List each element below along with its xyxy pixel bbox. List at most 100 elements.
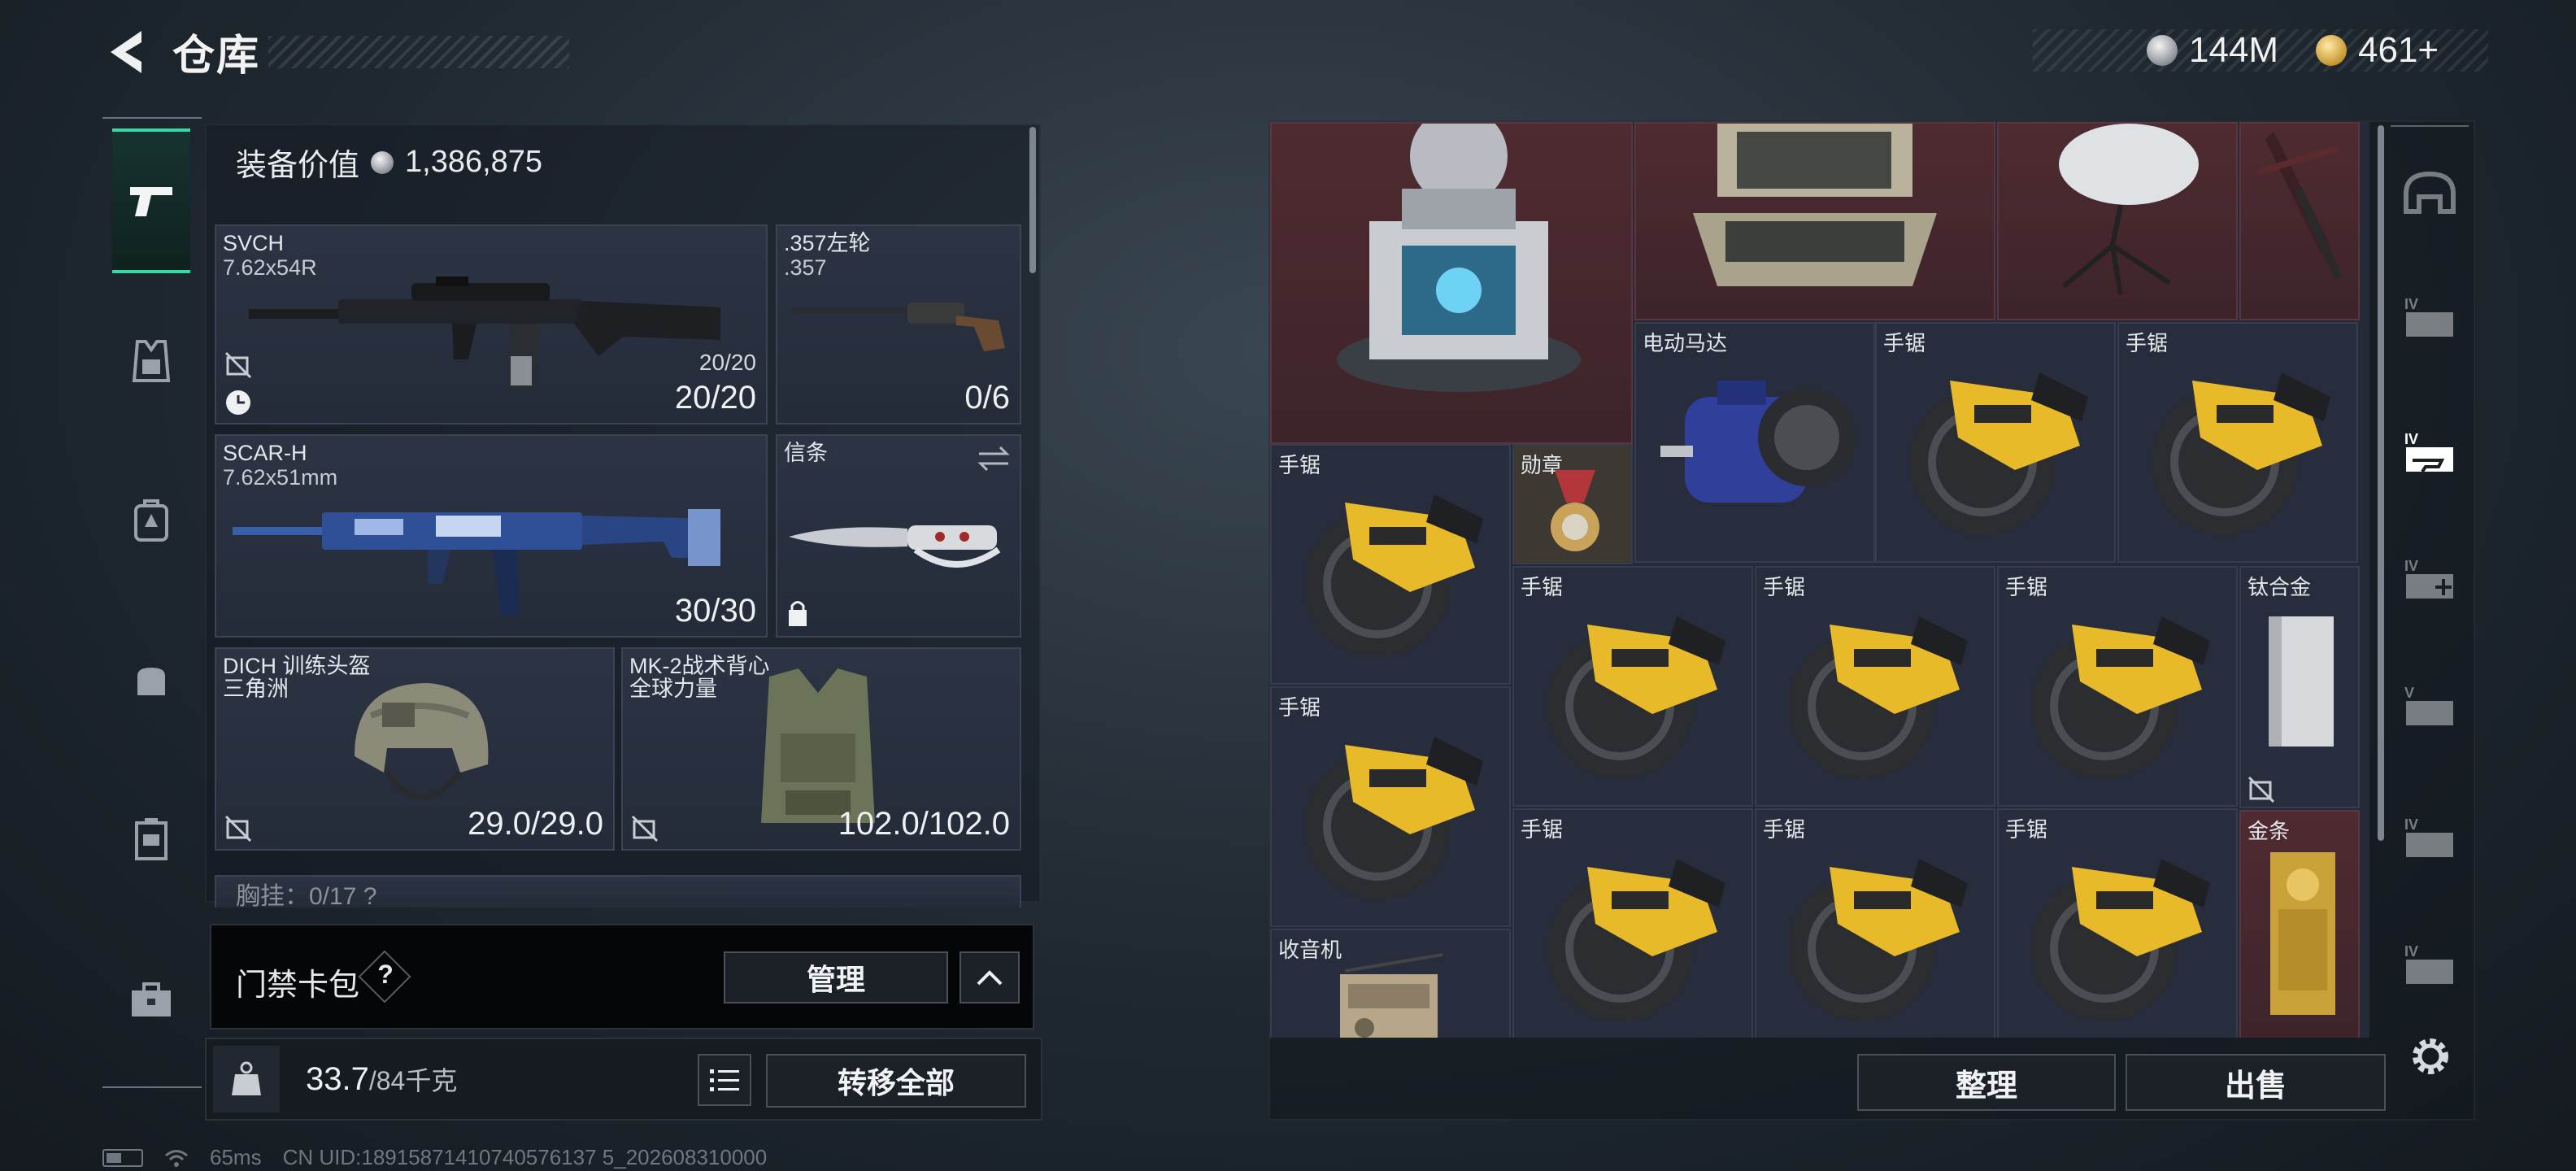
armor-name: MK-2战术背心 xyxy=(629,654,770,678)
collapse-button[interactable] xyxy=(959,951,1020,1003)
slot-body-armor[interactable]: MK-2战术背心 全球力量 102.0/102.0 xyxy=(621,647,1021,851)
currency-silver[interactable]: 144M xyxy=(2147,29,2278,72)
case-icon xyxy=(135,818,168,860)
weight-icon xyxy=(232,1061,261,1095)
slot-melee[interactable]: 信条 xyxy=(776,434,1021,638)
stash-item-hand-saw[interactable]: 手锯 xyxy=(1997,566,2238,807)
stash-grid: 电动马达 勋章 钛合金 金条 收音机 手锯 手锯 手锯 手锯 手锯 手锯 手锯 … xyxy=(1270,122,2369,1038)
svg-text:IV: IV xyxy=(2404,816,2418,833)
right-tab-5[interactable]: V xyxy=(2395,672,2464,740)
swap-icon[interactable] xyxy=(976,444,1012,473)
weight-current: 33.7 xyxy=(306,1061,369,1097)
armor-brand: 全球力量 xyxy=(629,677,717,701)
sidebar-tab-weapon[interactable] xyxy=(112,128,190,273)
currency-gold[interactable]: 461+ xyxy=(2316,29,2439,72)
stash-item-hand-saw[interactable]: 手锯 xyxy=(1512,566,1753,807)
currency-silver-value: 144M xyxy=(2189,30,2279,70)
stash-item-case[interactable] xyxy=(1634,122,1995,320)
list-icon xyxy=(710,1069,739,1091)
sidebar-tab-case[interactable] xyxy=(112,800,190,878)
helmet-side-icon xyxy=(2404,171,2456,214)
stash-item-hand-saw[interactable]: 手锯 xyxy=(1512,808,1753,1038)
right-tab-4[interactable]: IV xyxy=(2395,545,2464,613)
back-button[interactable] xyxy=(104,28,146,76)
transfer-all-button[interactable]: 转移全部 xyxy=(766,1054,1026,1108)
right-tab-3[interactable]: IV xyxy=(2395,418,2464,486)
stash-item-hand-saw[interactable]: 手锯 xyxy=(1270,686,1511,927)
stash-item-gold-bar[interactable]: 金条 xyxy=(2239,810,2360,1038)
reactor-image xyxy=(1337,124,1581,392)
currency-gold-value: 461+ xyxy=(2358,30,2439,70)
uid-text: CN UID:18915871410740576137 5_2026083100… xyxy=(282,1145,768,1169)
right-tab-6[interactable]: IV xyxy=(2395,803,2464,872)
stash-item-hand-saw[interactable]: 手锯 xyxy=(1755,808,1995,1038)
loadout-scrollbar[interactable] xyxy=(1029,127,1036,273)
right-tab-7[interactable]: IV xyxy=(2395,930,2464,999)
left-sidebar xyxy=(102,119,203,1095)
slot-sidearm[interactable]: .357左轮 .357 0/6 xyxy=(776,224,1021,424)
ammo-count: 20/20 xyxy=(674,380,756,416)
weight-icon-box xyxy=(213,1046,280,1112)
durability: 102.0/102.0 xyxy=(838,806,1010,842)
sort-button[interactable]: 整理 xyxy=(1857,1054,2116,1111)
equipment-value-label: 装备价值 xyxy=(236,149,360,183)
briefcase-icon xyxy=(132,982,171,1016)
circular-saw-image xyxy=(1304,737,1483,899)
crate-iv-3-icon: IV xyxy=(2404,943,2453,984)
ammo-count: 0/6 xyxy=(964,380,1010,416)
stash-item-hand-saw[interactable]: 手锯 xyxy=(1997,808,2238,1038)
stash-item-hand-saw[interactable]: 手锯 xyxy=(1270,444,1511,685)
ammo-v-icon: V xyxy=(2404,685,2453,725)
stash-item-motor[interactable]: 电动马达 xyxy=(1634,322,1875,563)
stash-item-hand-saw[interactable]: 手锯 xyxy=(2117,322,2358,563)
stash-item-hand-saw[interactable]: 手锯 xyxy=(1875,322,2116,563)
list-view-button[interactable] xyxy=(698,1054,751,1106)
no-durability-icon xyxy=(224,351,252,379)
gold-coin-icon xyxy=(2316,35,2347,66)
stash-item-titanium[interactable]: 钛合金 xyxy=(2239,566,2360,808)
weight-max: /84千克 xyxy=(368,1066,458,1095)
circular-saw-image xyxy=(1304,494,1483,657)
equipment-value-amount: 1,386,875 xyxy=(405,145,543,179)
weapon-crate-iv-icon: IV xyxy=(2404,431,2453,473)
helmet-image xyxy=(355,683,489,799)
slot-secondary-weapon[interactable]: SCAR-H 7.62x51mm 30/30 xyxy=(215,434,768,638)
slot-chest-rig[interactable]: 胸挂：0/17 ? xyxy=(215,875,1021,908)
manage-button[interactable]: 管理 xyxy=(724,951,948,1003)
help-icon: ? xyxy=(377,960,394,989)
circular-saw-image xyxy=(2031,859,2210,1021)
svg-text:IV: IV xyxy=(2404,296,2418,312)
circular-saw-image xyxy=(1789,616,1968,779)
slot-helmet[interactable]: DICH 训练头盔 三角洲 29.0/29.0 xyxy=(215,647,615,851)
right-tab-1[interactable] xyxy=(2395,159,2464,228)
title-decoration xyxy=(268,36,569,68)
clock-icon xyxy=(226,390,250,415)
svg-text:IV: IV xyxy=(2404,943,2418,960)
stash-item-hand-saw[interactable]: 手锯 xyxy=(1755,566,1995,807)
circular-saw-image xyxy=(1789,859,1968,1021)
stash-item-crossbow[interactable] xyxy=(2239,122,2360,320)
battery-icon xyxy=(102,1148,143,1167)
right-tabs-divider xyxy=(2391,125,2469,127)
sidebar-tab-armor[interactable] xyxy=(112,322,190,400)
sidebar-tab-backpack[interactable] xyxy=(112,481,190,559)
right-tab-2[interactable]: IV xyxy=(2395,283,2464,351)
item-label: 钛合金 xyxy=(2247,575,2312,599)
silver-coin-icon xyxy=(2147,35,2178,66)
stash-item-dish[interactable] xyxy=(1997,122,2238,320)
sidebar-tab-briefcase[interactable] xyxy=(112,961,190,1039)
sidebar-tab-pouch[interactable] xyxy=(112,642,190,720)
settings-button[interactable] xyxy=(2404,1030,2457,1083)
stash-item-medal[interactable]: 勋章 xyxy=(1512,444,1633,564)
stash-item-radio[interactable]: 收音机 xyxy=(1270,929,1511,1038)
slot-primary-weapon[interactable]: SVCH 7.62x54R 20/20 20/20 xyxy=(215,224,768,424)
melee-name: 信条 xyxy=(784,441,828,465)
stash-item-generator[interactable] xyxy=(1270,122,1633,444)
sell-button[interactable]: 出售 xyxy=(2126,1054,2386,1111)
ping-value: 65ms xyxy=(210,1145,262,1169)
stash-scrollbar[interactable] xyxy=(2378,125,2384,841)
equipment-value: 装备价值 1,386,875 xyxy=(236,140,542,185)
revolver-image xyxy=(792,303,1005,351)
armor-rig-icon xyxy=(132,340,171,382)
weapon-name: SCAR-H xyxy=(223,441,307,465)
